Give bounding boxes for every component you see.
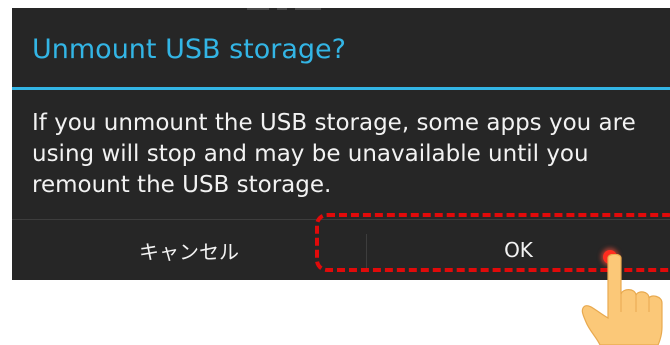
cancel-button[interactable]: キャンセル <box>12 220 366 280</box>
screenshot-stage: Unmount USB storage? If you unmount the … <box>0 0 670 345</box>
dialog-title: Unmount USB storage? <box>32 34 346 65</box>
status-bar-remnant <box>247 8 327 11</box>
title-divider <box>12 87 670 90</box>
pointing-hand-icon <box>581 254 663 345</box>
cancel-button-label: キャンセル <box>139 239 239 264</box>
dialog-message: If you unmount the USB storage, some app… <box>32 110 636 198</box>
